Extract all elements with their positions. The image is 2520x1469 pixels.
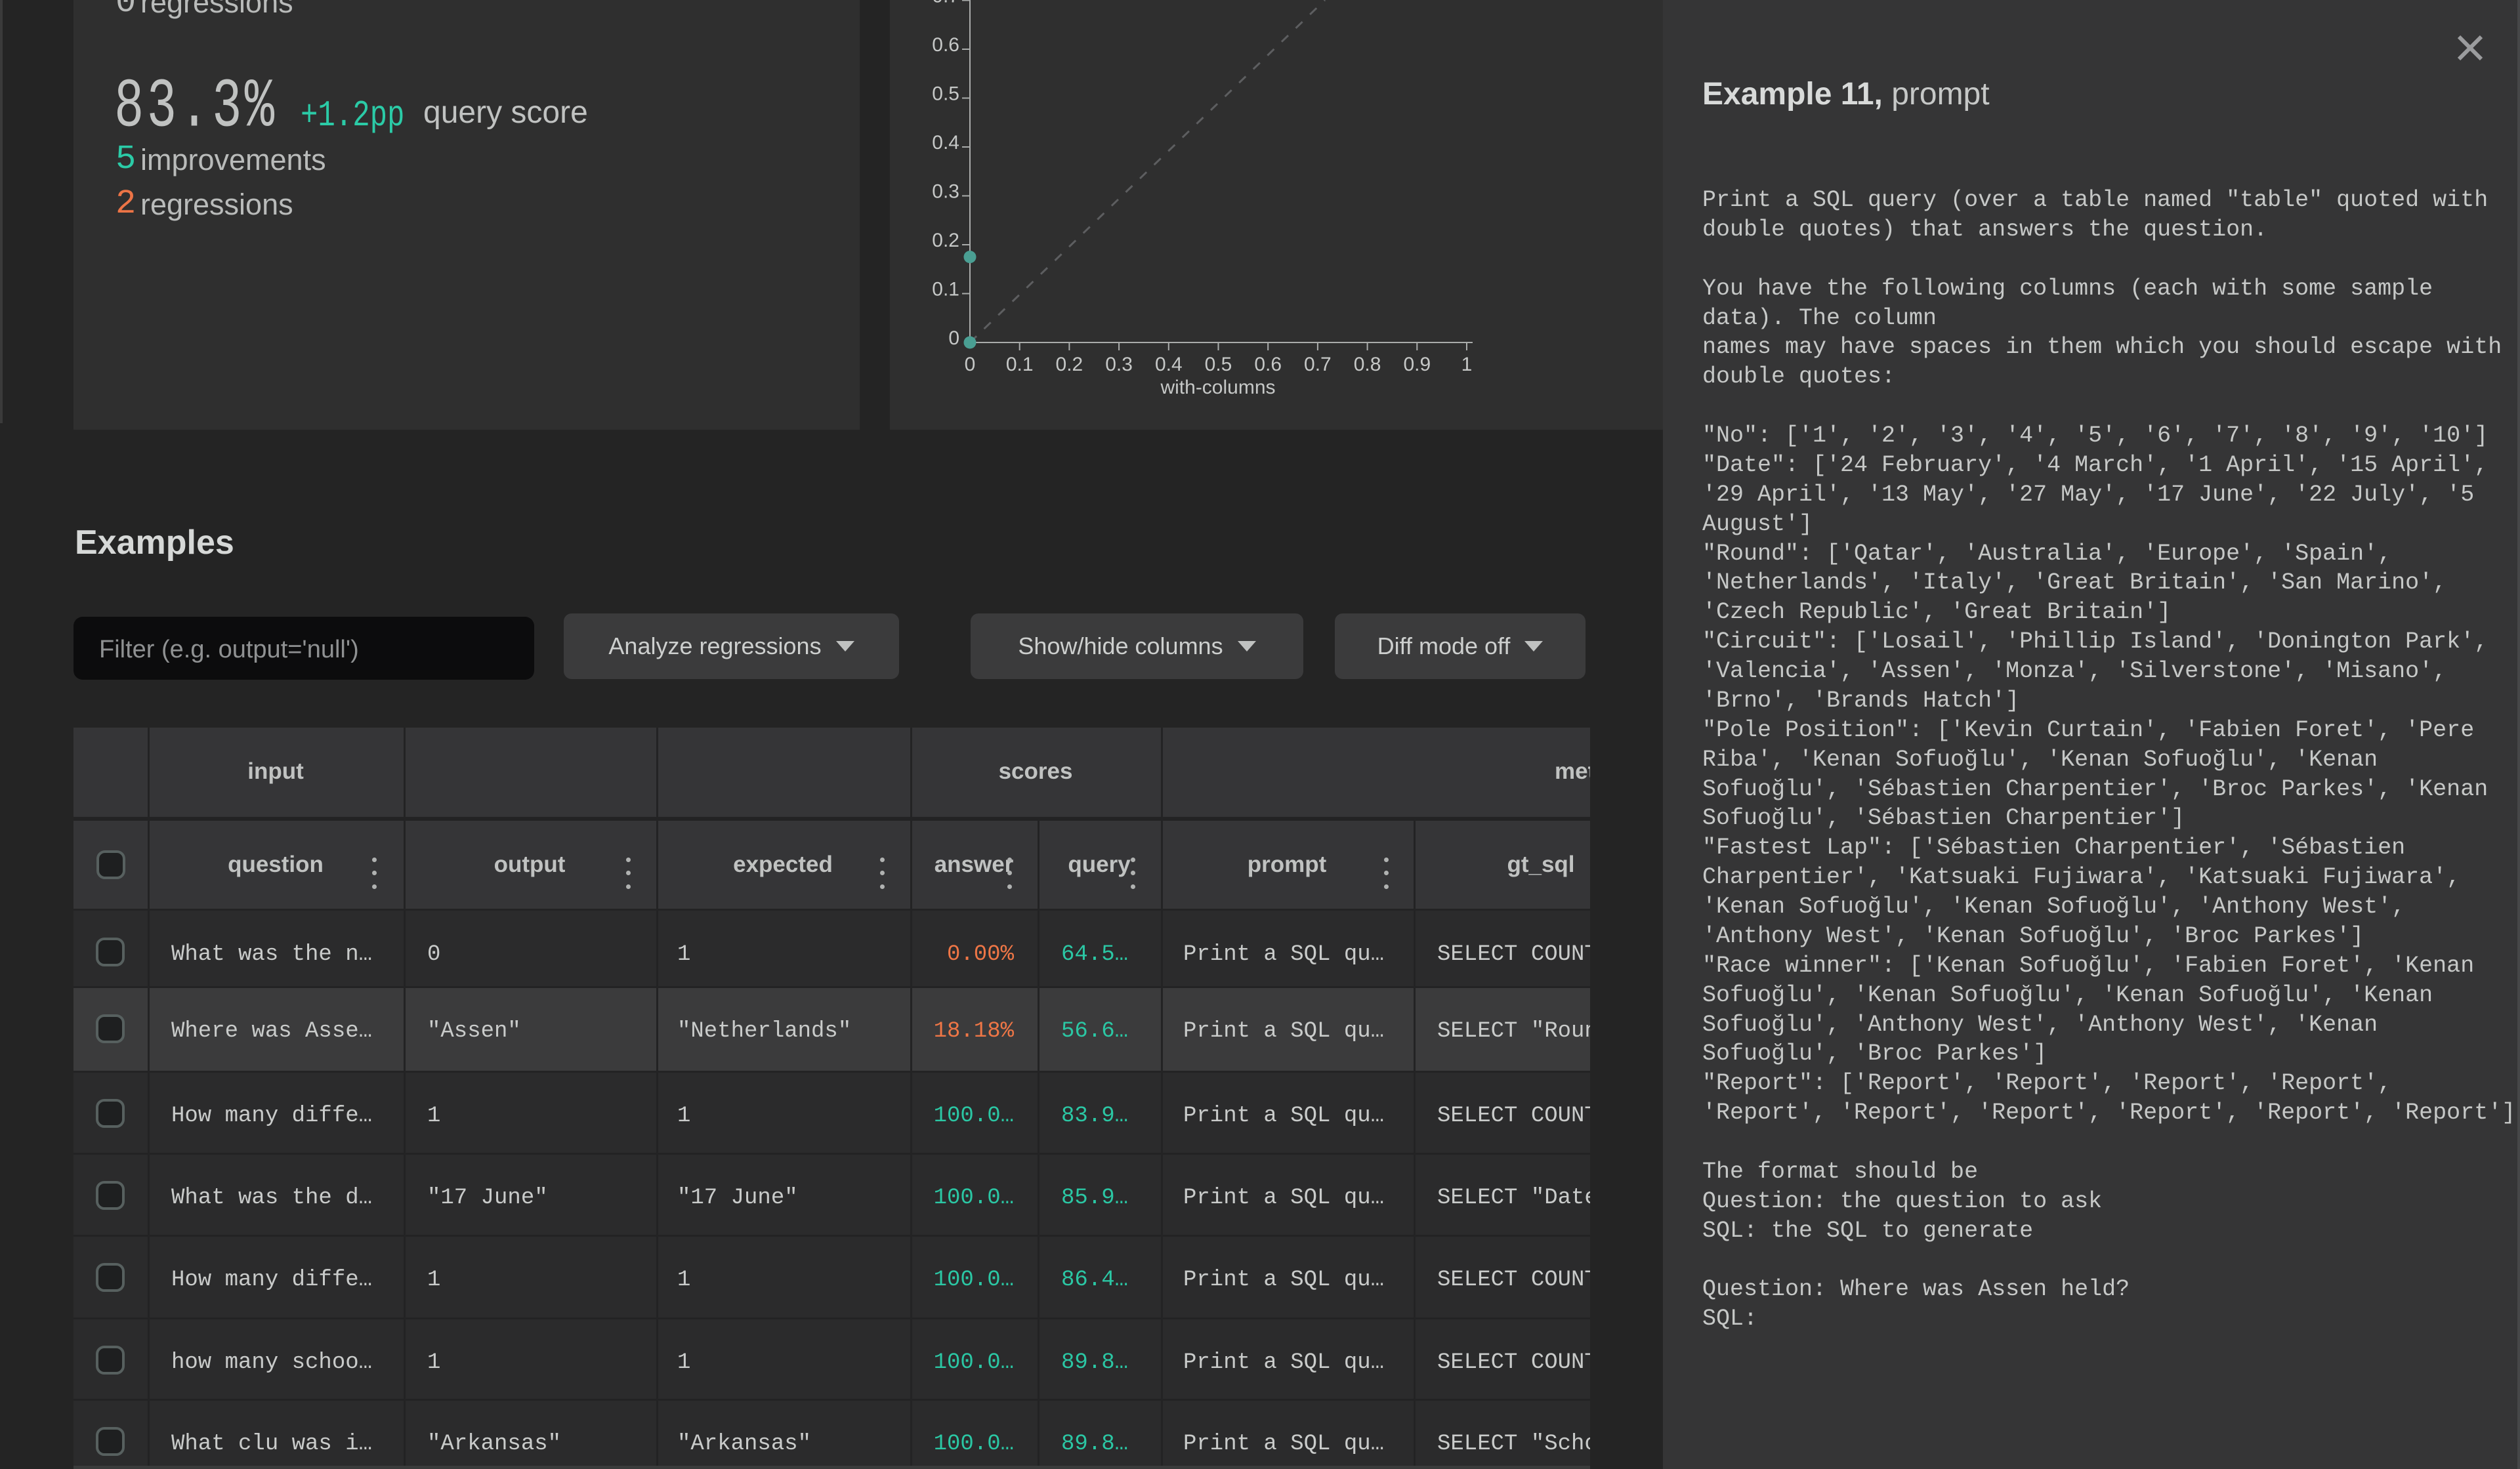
svg-text:0.1: 0.1 <box>1006 354 1034 375</box>
svg-text:0.8: 0.8 <box>1354 354 1381 375</box>
svg-text:0.4: 0.4 <box>932 132 959 154</box>
svg-text:0.9: 0.9 <box>1403 354 1431 375</box>
svg-text:0.7: 0.7 <box>932 0 959 7</box>
svg-text:0.4: 0.4 <box>1155 354 1183 375</box>
svg-text:with-columns: with-columns <box>1160 377 1275 398</box>
svg-text:0: 0 <box>965 354 976 375</box>
svg-text:0.1: 0.1 <box>932 279 959 300</box>
svg-text:0.2: 0.2 <box>932 230 959 251</box>
svg-text:0.5: 0.5 <box>1205 354 1232 375</box>
svg-text:0.2: 0.2 <box>1056 354 1083 375</box>
svg-text:0.7: 0.7 <box>1304 354 1332 375</box>
svg-text:0.5: 0.5 <box>932 83 959 105</box>
svg-text:1: 1 <box>1461 354 1473 375</box>
svg-text:0.6: 0.6 <box>1254 354 1282 375</box>
svg-text:0: 0 <box>948 327 959 349</box>
svg-text:0.6: 0.6 <box>932 34 959 56</box>
svg-text:0.3: 0.3 <box>932 181 959 203</box>
svg-text:0.3: 0.3 <box>1105 354 1133 375</box>
